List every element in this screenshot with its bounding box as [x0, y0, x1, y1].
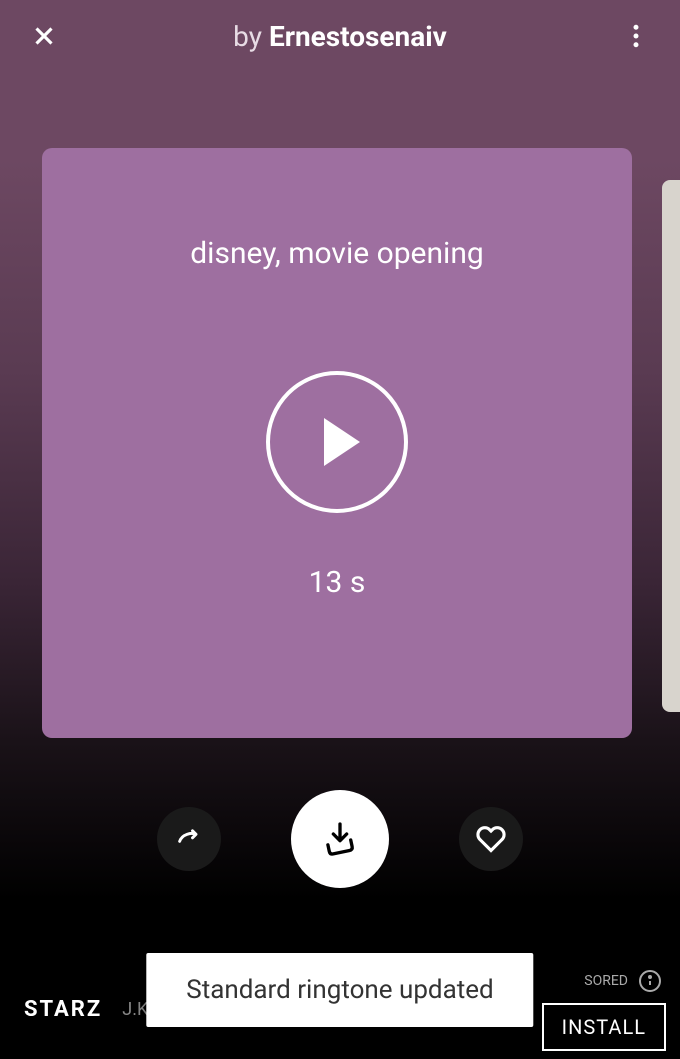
ad-logo: STARZ [24, 997, 102, 1022]
play-icon [324, 418, 360, 466]
install-button[interactable]: INSTALL [542, 1003, 666, 1051]
download-icon [320, 819, 360, 859]
ringtone-card[interactable]: disney, movie opening 13 s [42, 148, 632, 738]
close-icon [29, 21, 59, 51]
share-button[interactable] [157, 807, 221, 871]
next-card-peek[interactable] [662, 180, 680, 712]
toast-message: Standard ringtone updated [146, 953, 533, 1027]
sponsored-label: SORED [584, 973, 628, 989]
set-ringtone-button[interactable] [291, 790, 389, 888]
ringtone-title: disney, movie opening [190, 236, 483, 271]
close-button[interactable] [24, 16, 64, 56]
page-title: by Ernestosenaiv [64, 20, 616, 53]
share-icon [175, 825, 203, 853]
by-label: by [233, 20, 269, 53]
main-content: disney, movie opening 13 s [0, 72, 680, 738]
more-button[interactable] [616, 16, 656, 56]
ad-info-button[interactable] [638, 969, 662, 997]
author-name[interactable]: Ernestosenaiv [269, 20, 447, 53]
heart-icon [476, 824, 506, 854]
more-vertical-icon [621, 21, 651, 51]
favorite-button[interactable] [459, 807, 523, 871]
info-icon [638, 969, 662, 993]
action-bar [0, 790, 680, 888]
header: by Ernestosenaiv [0, 0, 680, 72]
ringtone-duration: 13 s [309, 565, 366, 600]
play-button[interactable] [266, 371, 408, 513]
